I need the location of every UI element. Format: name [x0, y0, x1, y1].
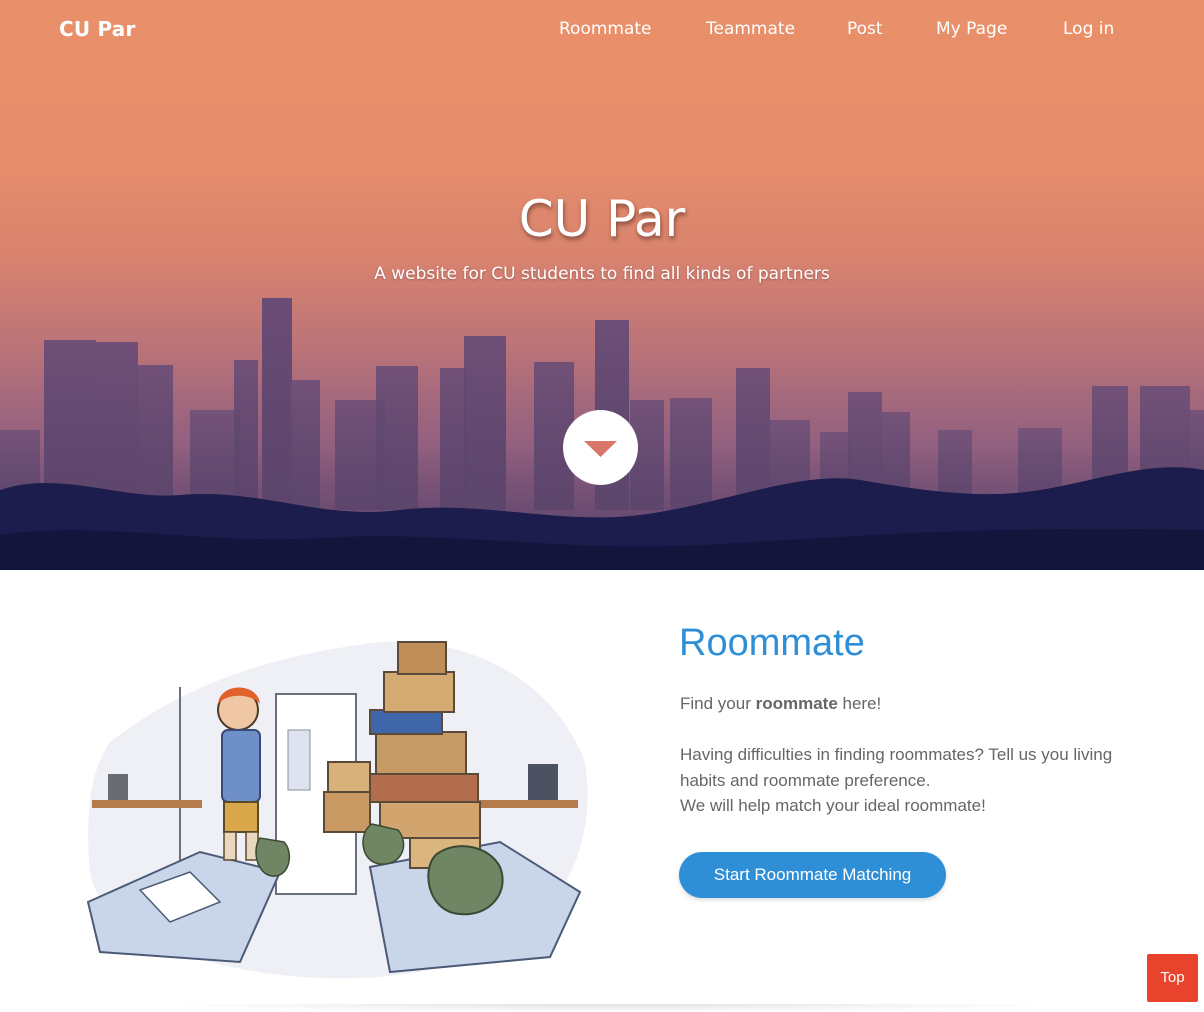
feature-description-line: Having difficulties in finding roommates…	[680, 745, 1113, 764]
feature-intro-prefix: Find your	[680, 694, 756, 713]
feature-description-line: We will help match your ideal roommate!	[680, 796, 986, 815]
start-roommate-matching-button[interactable]: Start Roommate Matching	[679, 852, 946, 898]
back-to-top-button[interactable]: Top	[1147, 954, 1198, 1002]
feature-intro-suffix: here!	[837, 694, 882, 713]
nav-item-my-page[interactable]: My Page	[936, 19, 1007, 39]
roommate-moving-illustration	[86, 641, 588, 979]
feature-intro: Find your roommate here!	[680, 694, 881, 714]
top-nav: Roommate Teammate Post My Page Log in	[0, 19, 1204, 45]
nav-item-roommate[interactable]: Roommate	[559, 19, 652, 39]
feature-intro-bold: roommate	[755, 694, 838, 713]
hero-subtitle: A website for CU students to find all ki…	[374, 264, 830, 284]
caret-down-icon	[584, 441, 617, 457]
hero-title: CU Par	[518, 190, 686, 248]
nav-item-log-in[interactable]: Log in	[1063, 19, 1114, 39]
scroll-down-button[interactable]	[563, 410, 638, 485]
hero-section: CU Par Roommate Teammate Post My Page Lo…	[0, 0, 1204, 570]
feature-description-line: habits and roommate preference.	[680, 770, 931, 790]
section-divider-shadow	[150, 1004, 1070, 1012]
nav-item-post[interactable]: Post	[847, 19, 883, 39]
feature-heading: Roommate	[679, 622, 865, 664]
feature-description: Having difficulties in finding roommates…	[680, 742, 1160, 819]
nav-item-teammate[interactable]: Teammate	[706, 19, 795, 39]
